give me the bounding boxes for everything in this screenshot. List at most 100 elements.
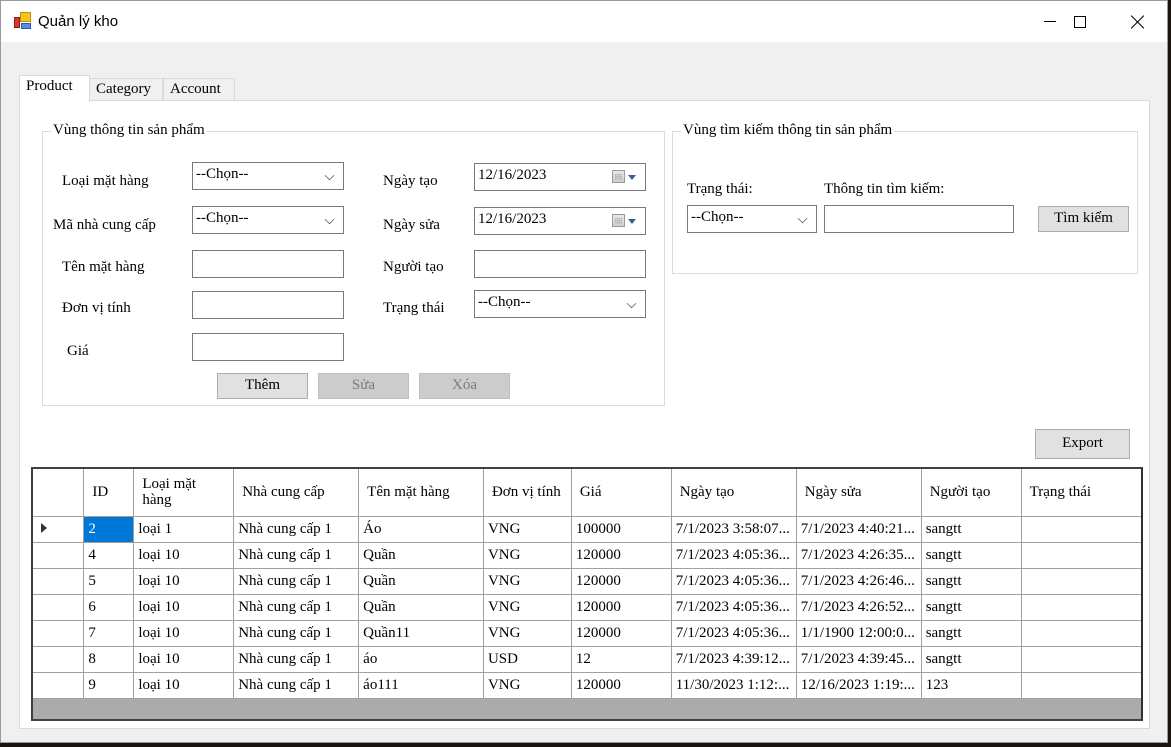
table-row[interactable]: 2 loại 1 Nhà cung cấp 1 Áo VNG 100000 7/1/2023… <box>33 515 1141 543</box>
column-header-nha-cung-cap[interactable]: Nhà cung cấp <box>233 469 360 517</box>
tab-category[interactable]: Category <box>89 78 163 101</box>
cell-ngay-sua[interactable]: 1/1/1900 12:00:0... <box>795 619 922 647</box>
cell-ngay-sua[interactable]: 7/1/2023 4:40:21... <box>795 515 922 543</box>
row-header[interactable] <box>33 541 85 569</box>
search-input[interactable] <box>824 205 1014 233</box>
cell-ten-mat-hang[interactable]: áo <box>358 645 484 673</box>
loai-mat-hang-select[interactable]: --Chọn-- <box>192 162 344 190</box>
tab-account[interactable]: Account <box>163 78 235 101</box>
table-row[interactable]: 5 loại 10 Nhà cung cấp 1 Quần VNG 120000 7/1/2… <box>33 567 1141 595</box>
cell-gia[interactable]: 120000 <box>570 619 672 647</box>
cell-nguoi-tao[interactable]: 123 <box>920 671 1022 699</box>
table-row[interactable]: 4 loại 10 Nhà cung cấp 1 Quần VNG 120000 7/1/2… <box>33 541 1141 569</box>
cell-nguoi-tao[interactable]: sangtt <box>920 593 1022 621</box>
column-header-loai-mat-hang[interactable]: Loại mặt hàng <box>133 469 235 517</box>
cell-ngay-tao[interactable]: 7/1/2023 4:05:36... <box>670 619 797 647</box>
cell-id[interactable]: 4 <box>83 541 135 569</box>
cell-nguoi-tao[interactable]: sangtt <box>920 541 1022 569</box>
cell-id[interactable]: 5 <box>83 567 135 595</box>
cell-loai-mat-hang[interactable]: loại 10 <box>133 671 235 699</box>
cell-trang-thai[interactable] <box>1020 567 1141 595</box>
cell-gia[interactable]: 120000 <box>570 593 672 621</box>
cell-trang-thai[interactable] <box>1020 515 1141 543</box>
ngay-sua-datepicker[interactable]: 12/16/2023 <box>474 207 646 235</box>
edit-button[interactable]: Sửa <box>318 373 409 399</box>
nguoi-tao-input[interactable] <box>474 250 646 278</box>
cell-nguoi-tao[interactable]: sangtt <box>920 619 1022 647</box>
cell-trang-thai[interactable] <box>1020 645 1141 673</box>
row-header[interactable] <box>33 515 85 543</box>
cell-id[interactable]: 2 <box>83 515 135 543</box>
cell-trang-thai[interactable] <box>1020 541 1141 569</box>
cell-nha-cung-cap[interactable]: Nhà cung cấp 1 <box>233 619 360 647</box>
ma-nha-cung-cap-select[interactable]: --Chọn-- <box>192 206 344 234</box>
cell-loai-mat-hang[interactable]: loại 10 <box>133 541 235 569</box>
delete-button[interactable]: Xóa <box>419 373 510 399</box>
cell-ten-mat-hang[interactable]: Quần <box>358 593 484 621</box>
product-grid[interactable]: ID Loại mặt hàng Nhà cung cấp Tên mặt hà… <box>31 467 1143 721</box>
cell-loai-mat-hang[interactable]: loại 10 <box>133 593 235 621</box>
row-header[interactable] <box>33 567 85 595</box>
cell-ten-mat-hang[interactable]: Quần11 <box>358 619 484 647</box>
cell-ngay-tao[interactable]: 7/1/2023 3:58:07... <box>670 515 797 543</box>
cell-ten-mat-hang[interactable]: Quần <box>358 567 484 595</box>
cell-ngay-sua[interactable]: 7/1/2023 4:26:46... <box>795 567 922 595</box>
cell-don-vi-tinh[interactable]: VNG <box>482 619 572 647</box>
cell-id[interactable]: 8 <box>83 645 135 673</box>
cell-gia[interactable]: 120000 <box>570 567 672 595</box>
cell-don-vi-tinh[interactable]: VNG <box>482 541 572 569</box>
column-header-ngay-sua[interactable]: Ngày sửa <box>795 469 922 517</box>
don-vi-tinh-input[interactable] <box>192 291 344 319</box>
cell-loai-mat-hang[interactable]: loại 10 <box>133 645 235 673</box>
cell-don-vi-tinh[interactable]: VNG <box>482 567 572 595</box>
cell-ngay-sua[interactable]: 12/16/2023 1:19:... <box>795 671 922 699</box>
row-header[interactable] <box>33 593 85 621</box>
tab-product[interactable]: Product <box>19 75 90 102</box>
cell-loai-mat-hang[interactable]: loại 10 <box>133 567 235 595</box>
cell-ngay-tao[interactable]: 7/1/2023 4:05:36... <box>670 541 797 569</box>
row-header[interactable] <box>33 645 85 673</box>
cell-gia[interactable]: 12 <box>570 645 672 673</box>
table-row[interactable]: 6 loại 10 Nhà cung cấp 1 Quần VNG 120000 7/1/2… <box>33 593 1141 621</box>
cell-don-vi-tinh[interactable]: USD <box>482 645 572 673</box>
table-row[interactable]: 9 loại 10 Nhà cung cấp 1 áo111 VNG 120000 11/3… <box>33 671 1141 699</box>
cell-ten-mat-hang[interactable]: áo111 <box>358 671 484 699</box>
gia-input[interactable] <box>192 333 344 361</box>
cell-ngay-tao[interactable]: 7/1/2023 4:39:12... <box>670 645 797 673</box>
cell-ngay-sua[interactable]: 7/1/2023 4:26:35... <box>795 541 922 569</box>
cell-don-vi-tinh[interactable]: VNG <box>482 593 572 621</box>
cell-don-vi-tinh[interactable]: VNG <box>482 515 572 543</box>
cell-id[interactable]: 9 <box>83 671 135 699</box>
table-row[interactable]: 7 loại 10 Nhà cung cấp 1 Quần11 VNG 120000 7/1… <box>33 619 1141 647</box>
row-header[interactable] <box>33 671 85 699</box>
cell-nha-cung-cap[interactable]: Nhà cung cấp 1 <box>233 645 360 673</box>
cell-ngay-sua[interactable]: 7/1/2023 4:26:52... <box>795 593 922 621</box>
cell-gia[interactable]: 100000 <box>570 515 672 543</box>
cell-nha-cung-cap[interactable]: Nhà cung cấp 1 <box>233 515 360 543</box>
cell-nguoi-tao[interactable]: sangtt <box>920 515 1022 543</box>
cell-ten-mat-hang[interactable]: Quần <box>358 541 484 569</box>
cell-id[interactable]: 7 <box>83 619 135 647</box>
cell-loai-mat-hang[interactable]: loại 1 <box>133 515 235 543</box>
cell-trang-thai[interactable] <box>1020 593 1141 621</box>
cell-ngay-tao[interactable]: 7/1/2023 4:05:36... <box>670 567 797 595</box>
column-header-gia[interactable]: Giá <box>570 469 672 517</box>
ten-mat-hang-input[interactable] <box>192 250 344 278</box>
cell-don-vi-tinh[interactable]: VNG <box>482 671 572 699</box>
column-header-trang-thai[interactable]: Trạng thái <box>1020 469 1141 517</box>
cell-nha-cung-cap[interactable]: Nhà cung cấp 1 <box>233 567 360 595</box>
close-button[interactable] <box>1109 1 1167 42</box>
maximize-button[interactable] <box>1051 1 1109 42</box>
cell-id[interactable]: 6 <box>83 593 135 621</box>
cell-ngay-tao[interactable]: 7/1/2023 4:05:36... <box>670 593 797 621</box>
cell-trang-thai[interactable] <box>1020 671 1141 699</box>
cell-nguoi-tao[interactable]: sangtt <box>920 645 1022 673</box>
search-status-select[interactable]: --Chọn-- <box>687 205 817 233</box>
add-button[interactable]: Thêm <box>217 373 308 399</box>
column-header-id[interactable]: ID <box>83 469 135 517</box>
row-header[interactable] <box>33 619 85 647</box>
column-header-nguoi-tao[interactable]: Người tạo <box>920 469 1022 517</box>
cell-nha-cung-cap[interactable]: Nhà cung cấp 1 <box>233 541 360 569</box>
search-button[interactable]: Tìm kiếm <box>1038 206 1129 232</box>
export-button[interactable]: Export <box>1035 429 1130 459</box>
